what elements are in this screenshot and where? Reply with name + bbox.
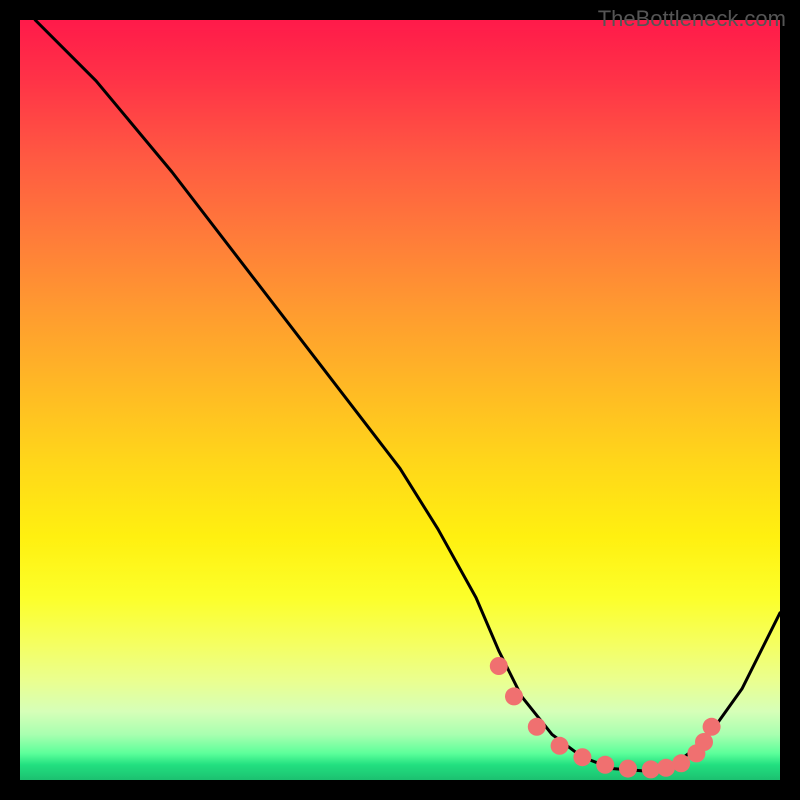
highlight-dot [528,718,546,736]
highlight-dot [672,754,690,772]
highlight-dot [573,748,591,766]
chart-plot-area [20,20,780,780]
watermark-text: TheBottleneck.com [598,6,786,32]
highlight-dot [551,737,569,755]
highlight-dot [642,760,660,778]
highlight-dot [596,756,614,774]
highlight-dot [657,759,675,777]
highlight-dot [619,760,637,778]
highlight-dot [490,657,508,675]
highlight-dot [703,718,721,736]
highlight-dot [505,687,523,705]
bottleneck-chart [20,20,780,780]
bottleneck-curve-line [35,20,780,771]
highlight-markers [490,657,721,778]
